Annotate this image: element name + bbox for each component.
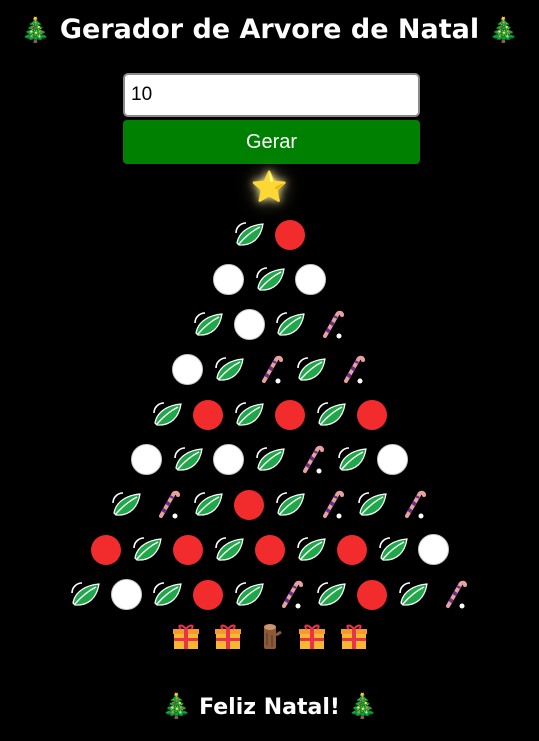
leaf-icon (110, 489, 142, 521)
candy-cane-icon (438, 579, 470, 611)
white-ornament-icon (377, 444, 409, 476)
leaf-icon (315, 579, 347, 611)
leaf-icon (233, 219, 265, 251)
candy-cane-icon (151, 489, 183, 521)
red-ornament-icon (192, 399, 224, 431)
tree-icon: 🎄 (488, 16, 519, 44)
leaf-icon (336, 444, 368, 476)
white-ornament-icon (418, 534, 450, 566)
leaf-icon (233, 579, 265, 611)
red-ornament-icon (172, 534, 204, 566)
footer-message: 🎄 Feliz Natal! 🎄 (0, 692, 539, 720)
leaf-icon (192, 489, 224, 521)
leaf-icon (315, 399, 347, 431)
white-ornament-icon (233, 309, 265, 341)
tree-icon: 🎄 (161, 692, 192, 720)
gift-icon (170, 620, 202, 652)
tree-row (0, 302, 539, 347)
leaf-icon (377, 534, 409, 566)
leaf-icon (151, 399, 183, 431)
gift-icon (338, 620, 370, 652)
leaf-icon (274, 489, 306, 521)
leaf-icon (233, 399, 265, 431)
red-ornament-icon (356, 579, 388, 611)
leaf-icon (356, 489, 388, 521)
leaf-icon (131, 534, 163, 566)
tree-base (0, 620, 539, 652)
leaf-icon (254, 264, 286, 296)
tree-icon: 🎄 (20, 16, 51, 44)
leaf-icon (172, 444, 204, 476)
footer-text: Feliz Natal! (199, 695, 340, 720)
candy-cane-icon (254, 354, 286, 386)
title-text: Gerador de Arvore de Natal (59, 14, 480, 45)
red-ornament-icon (274, 399, 306, 431)
tree-row (0, 392, 539, 437)
tree-row (0, 212, 539, 257)
candy-cane-icon (397, 489, 429, 521)
candy-cane-icon (315, 309, 347, 341)
candy-cane-icon (315, 489, 347, 521)
leaf-icon (192, 309, 224, 341)
white-ornament-icon (110, 579, 142, 611)
candy-cane-icon (295, 444, 327, 476)
leaf-icon (151, 579, 183, 611)
leaf-icon (69, 579, 101, 611)
leaf-icon (254, 444, 286, 476)
star-icon: ⭐ (250, 170, 289, 205)
leaf-icon (295, 354, 327, 386)
gift-icon (296, 620, 328, 652)
leaf-icon (213, 354, 245, 386)
generate-button[interactable]: Gerar (123, 120, 420, 164)
tree-row (0, 257, 539, 302)
gift-icon (212, 620, 244, 652)
leaf-icon (274, 309, 306, 341)
tree-row (0, 482, 539, 527)
tree-row (0, 572, 539, 617)
red-ornament-icon (254, 534, 286, 566)
christmas-tree (0, 212, 539, 617)
white-ornament-icon (131, 444, 163, 476)
log-icon (254, 620, 286, 652)
tree-row (0, 347, 539, 392)
size-input[interactable] (123, 73, 420, 117)
tree-row (0, 437, 539, 482)
white-ornament-icon (213, 444, 245, 476)
red-ornament-icon (192, 579, 224, 611)
tree-icon: 🎄 (347, 692, 378, 720)
red-ornament-icon (274, 219, 306, 251)
red-ornament-icon (90, 534, 122, 566)
page-title: 🎄 Gerador de Arvore de Natal 🎄 (0, 14, 539, 45)
white-ornament-icon (295, 264, 327, 296)
leaf-icon (213, 534, 245, 566)
red-ornament-icon (233, 489, 265, 521)
candy-cane-icon (336, 354, 368, 386)
leaf-icon (397, 579, 429, 611)
red-ornament-icon (336, 534, 368, 566)
tree-row (0, 527, 539, 572)
white-ornament-icon (213, 264, 245, 296)
leaf-icon (295, 534, 327, 566)
red-ornament-icon (356, 399, 388, 431)
white-ornament-icon (172, 354, 204, 386)
candy-cane-icon (274, 579, 306, 611)
